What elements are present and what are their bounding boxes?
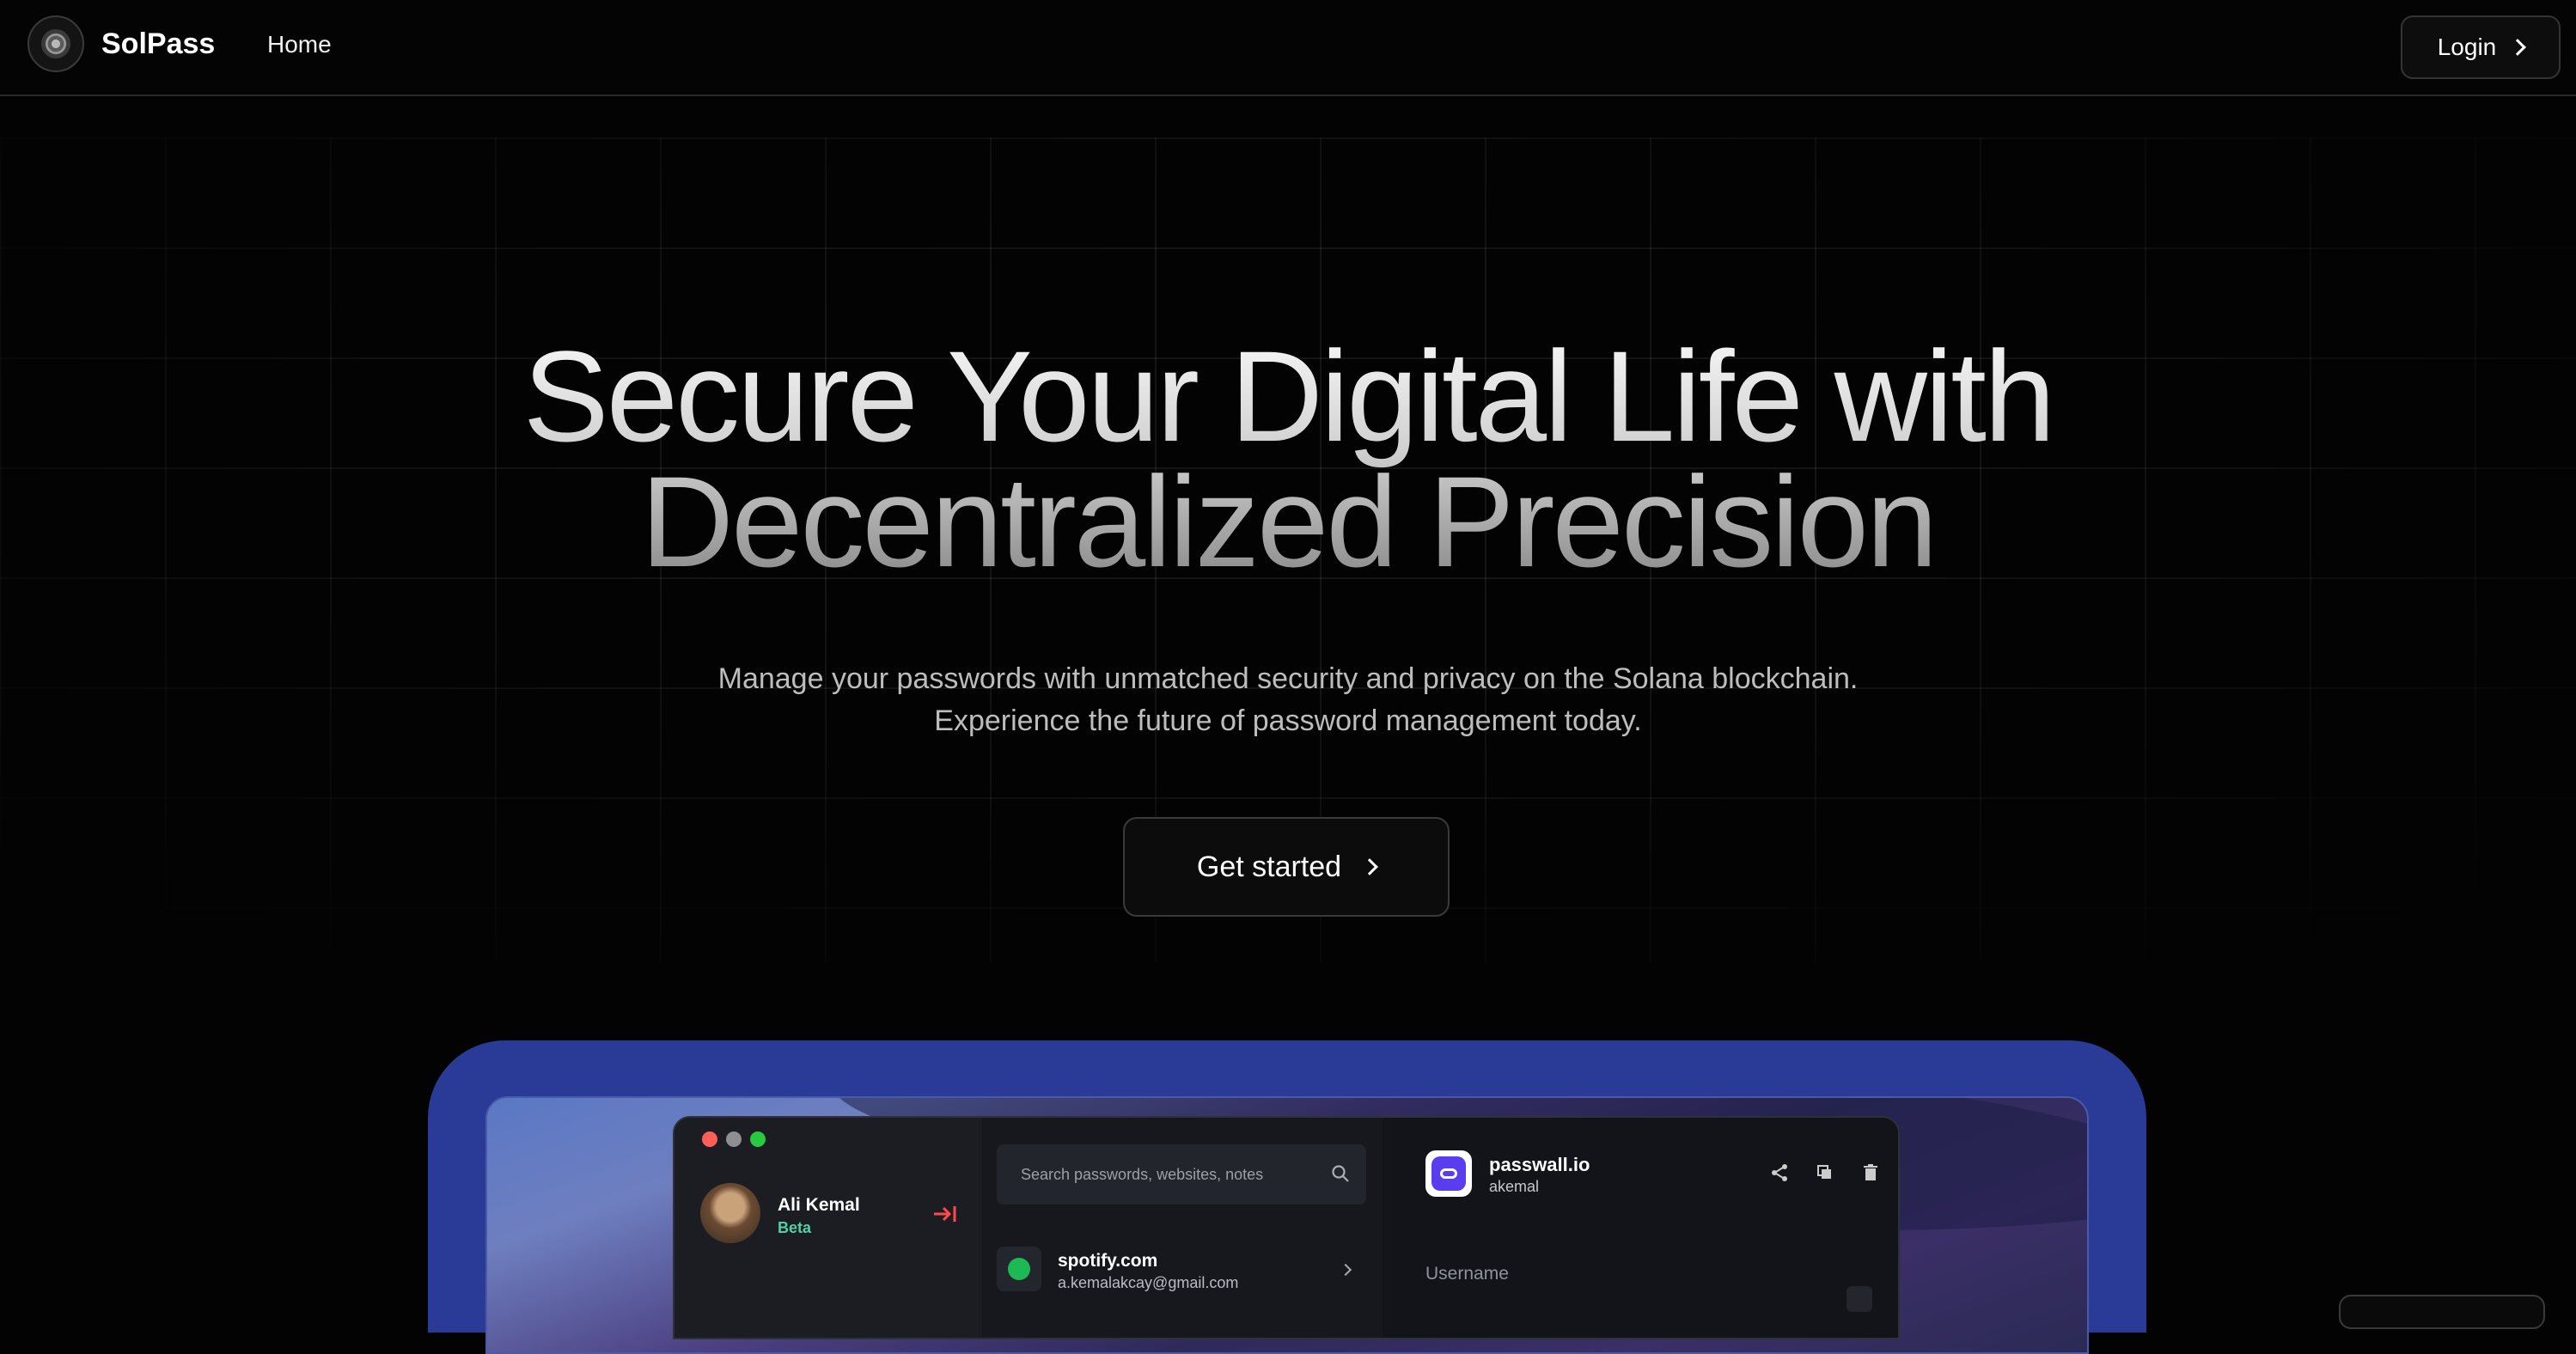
user-avatar [700,1183,760,1243]
hero-title-line2: Decentralized Precision [640,449,1936,594]
list-item-subtitle: a.kemalakcay@gmail.com [1058,1274,1239,1291]
search-icon [1332,1165,1349,1182]
detail-title: passwall.io [1489,1154,1590,1175]
app-item-list: Search passwords, websites, notes spotif… [982,1118,1383,1338]
app-sidebar: Ali Kemal Beta [675,1118,982,1338]
window-minimize-dot [726,1131,742,1147]
hero-subtitle-line2: Experience the future of password manage… [934,704,1642,737]
user-tag: Beta [778,1219,812,1236]
list-item-title: spotify.com [1058,1251,1158,1271]
hero-title-line1: Secure Your Digital Life with [522,324,2054,468]
spotify-icon [997,1247,1041,1291]
login-label: Login [2437,34,2497,60]
window-close-dot [702,1131,717,1147]
window-maximize-dot [750,1131,766,1147]
search-placeholder: Search passwords, websites, notes [1021,1166,1264,1183]
share-icon [1772,1164,1787,1181]
chevron-right-icon [1361,858,1378,875]
copy-icon [1817,1165,1831,1179]
collapse-sidebar-icon [934,1206,956,1222]
app-window-preview: Ali Kemal Beta Search passwords, website… [673,1116,1900,1339]
hero-title: Secure Your Digital Life with Decentrali… [0,333,2576,584]
user-name: Ali Kemal [778,1195,860,1215]
login-button[interactable]: Login [2401,15,2561,79]
username-label: Username [1425,1264,1509,1284]
edit-icon [1847,1286,1872,1312]
get-started-label: Get started [1196,850,1342,883]
brand-name[interactable]: SolPass [101,27,215,61]
corner-button[interactable] [2339,1295,2545,1329]
passwall-logo-icon [1425,1150,1472,1197]
detail-subtitle: akemal [1489,1178,1540,1195]
hero-subtitle-line1: Manage your passwords with unmatched sec… [717,662,1859,695]
trash-icon [1864,1164,1877,1180]
top-nav: SolPass Home Login [0,0,2576,96]
app-detail-pane: passwall.io akemal Username [1383,1118,1898,1338]
nav-link-home[interactable]: Home [267,31,332,58]
chevron-right-icon [1339,1263,1352,1277]
hero-subtitle: Manage your passwords with unmatched sec… [0,658,2576,742]
solpass-logo-icon[interactable] [27,15,84,72]
get-started-button[interactable]: Get started [1123,817,1450,917]
chevron-right-icon [2509,39,2527,56]
mock-search-input: Search passwords, websites, notes [997,1144,1366,1205]
